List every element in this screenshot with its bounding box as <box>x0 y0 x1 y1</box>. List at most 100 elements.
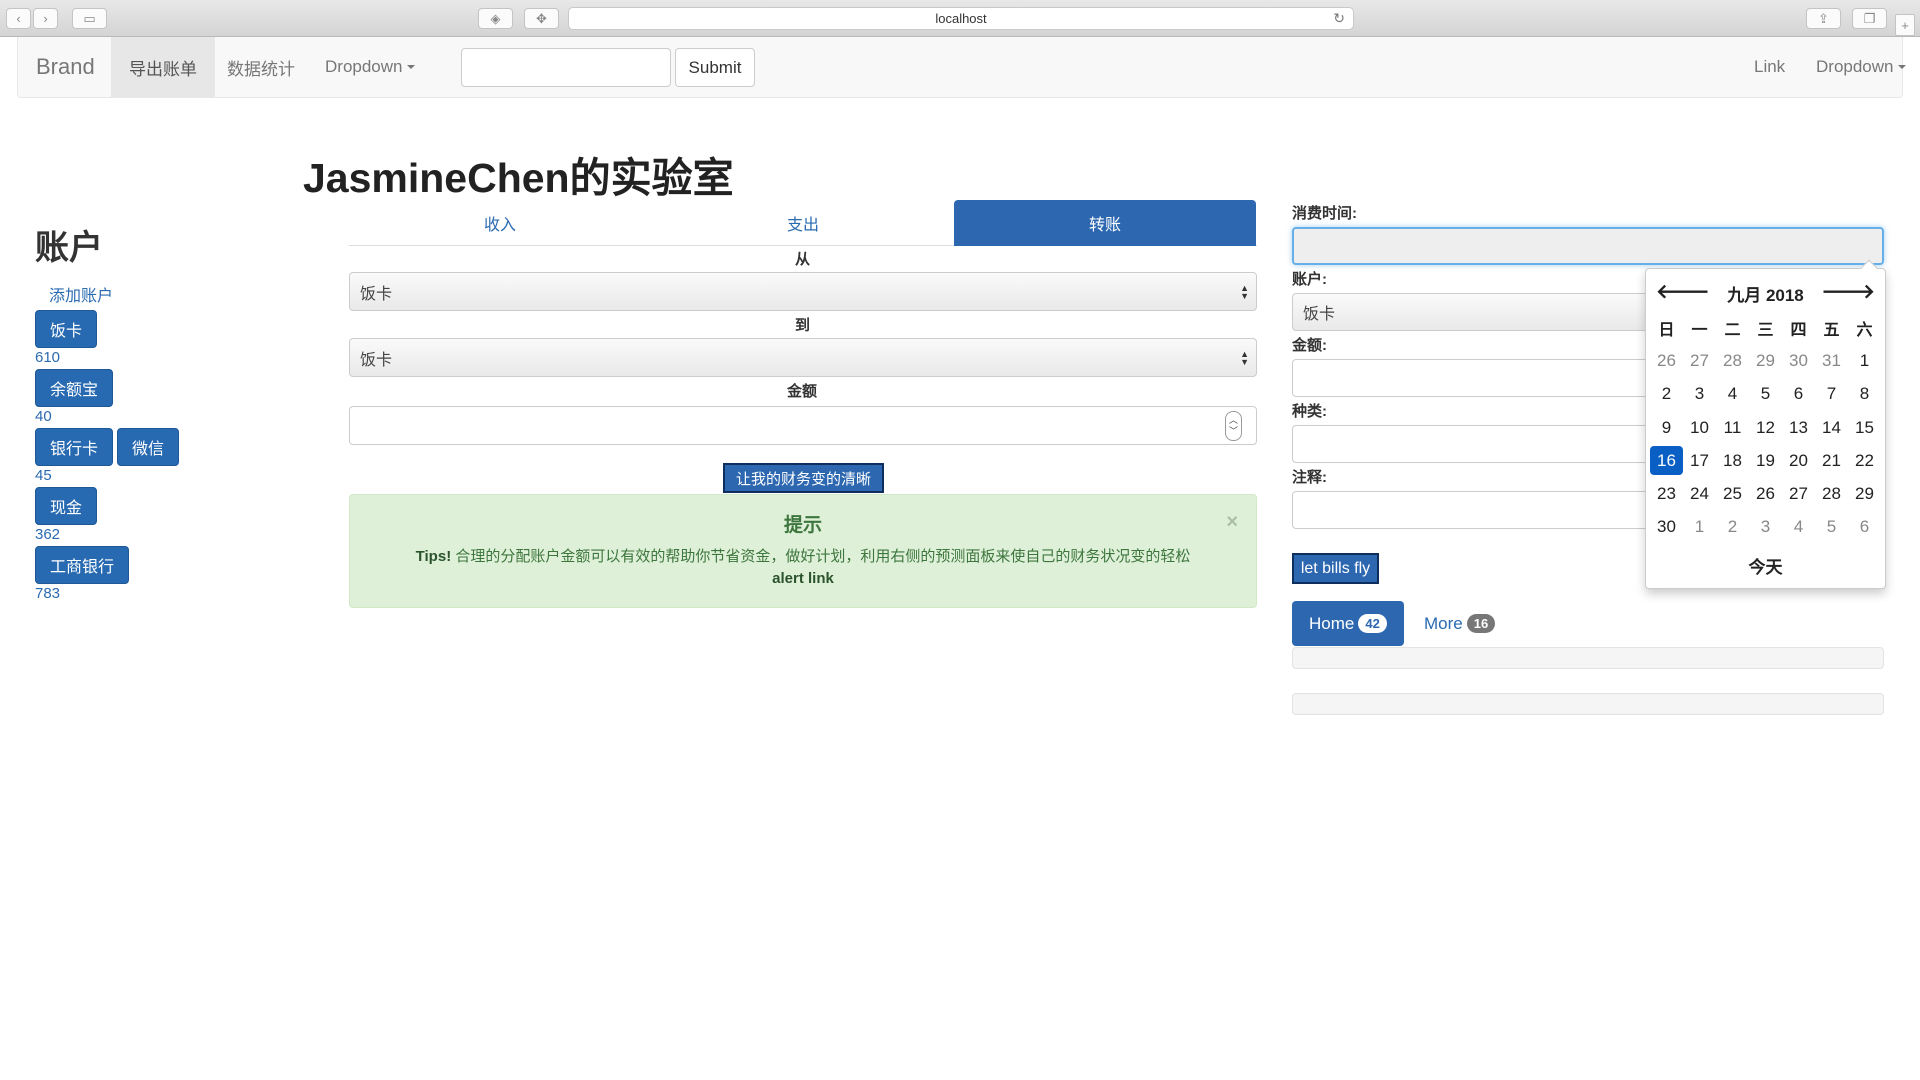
datepicker-day[interactable]: 28 <box>1815 477 1848 510</box>
datepicker-day[interactable]: 1 <box>1848 344 1881 377</box>
chevron-up-icon[interactable]: ︿ <box>1229 415 1238 426</box>
datepicker-day[interactable]: 10 <box>1683 411 1716 444</box>
shield-icon[interactable]: ◈ <box>478 8 513 29</box>
datepicker-day[interactable]: 15 <box>1848 411 1881 444</box>
badge: 16 <box>1466 614 1496 633</box>
datepicker-day[interactable]: 30 <box>1782 344 1815 377</box>
datepicker-week-row: 2345678 <box>1650 378 1881 411</box>
datepicker-day[interactable]: 31 <box>1815 344 1848 377</box>
datepicker-day[interactable]: 3 <box>1683 378 1716 411</box>
alert-link[interactable]: alert link <box>772 570 834 587</box>
number-spinner[interactable]: ︿ ﹀ <box>1225 411 1242 441</box>
tabs-icon[interactable]: ❐ <box>1852 8 1887 29</box>
datepicker-day[interactable]: 5 <box>1815 511 1848 544</box>
navbar-submit-button[interactable]: Submit <box>675 48 755 87</box>
nav-export-bills[interactable]: 导出账单 <box>111 37 215 97</box>
datepicker-grid: 日一二三四五六 26 27 28 29 30 31 1 2 3 4 5 6 7 8 9 10 11 12 13 14 15… <box>1650 311 1881 544</box>
close-icon[interactable]: × <box>1226 511 1238 534</box>
share-icon[interactable]: ⇪ <box>1806 8 1841 29</box>
badge: 42 <box>1358 614 1387 633</box>
navbar-brand[interactable]: Brand <box>18 37 113 97</box>
datepicker-day[interactable]: 28 <box>1716 344 1749 377</box>
datepicker-day[interactable]: 11 <box>1716 411 1749 444</box>
let-bills-fly-button[interactable]: let bills fly <box>1292 553 1379 584</box>
to-account-select[interactable]: 饭卡 ▲ ▼ <box>349 338 1257 377</box>
caret-down-icon <box>406 65 415 69</box>
tab-income[interactable]: 收入 <box>349 200 651 246</box>
chevron-down-icon[interactable]: ﹀ <box>1229 426 1238 437</box>
datepicker-day[interactable]: 19 <box>1749 444 1782 477</box>
pill-home[interactable]: Home 42 <box>1292 601 1404 646</box>
clarify-finance-button[interactable]: 让我的财务变的清晰 <box>723 463 884 493</box>
datepicker-day[interactable]: 21 <box>1815 444 1848 477</box>
datepicker-day[interactable]: 16 <box>1650 446 1683 476</box>
datepicker-day[interactable]: 25 <box>1716 477 1749 510</box>
datepicker-day[interactable]: 29 <box>1749 344 1782 377</box>
navbar: Brand 导出账单 数据统计 Dropdown Submit Link Dro… <box>17 37 1906 98</box>
account-button-wechat[interactable]: 微信 <box>117 428 180 466</box>
time-label: 消费时间: <box>1292 205 1357 222</box>
nav-link[interactable]: Link <box>1736 37 1803 97</box>
datepicker-day[interactable]: 2 <box>1716 511 1749 544</box>
datepicker-day[interactable]: 4 <box>1716 378 1749 411</box>
datepicker-day[interactable]: 26 <box>1650 344 1683 377</box>
tab-transfer[interactable]: 转账 <box>954 200 1256 246</box>
next-month-arrow-icon[interactable]: 🡒 <box>1821 279 1875 304</box>
datepicker-week-row: 30 1 2 3 4 5 6 <box>1650 511 1881 544</box>
from-account-value: 饭卡 <box>360 285 393 303</box>
datepicker-day[interactable]: 18 <box>1716 444 1749 477</box>
datepicker-day[interactable]: 20 <box>1782 444 1815 477</box>
datepicker-day[interactable]: 27 <box>1683 344 1716 377</box>
datepicker-day[interactable]: 24 <box>1683 477 1716 510</box>
time-input[interactable] <box>1292 227 1884 265</box>
forward-icon[interactable]: › <box>33 8 58 29</box>
datepicker-day[interactable]: 29 <box>1848 477 1881 510</box>
datepicker-day[interactable]: 7 <box>1815 378 1848 411</box>
datepicker-day[interactable]: 17 <box>1683 444 1716 477</box>
datepicker-day[interactable]: 23 <box>1650 477 1683 510</box>
datepicker-day[interactable]: 14 <box>1815 411 1848 444</box>
datepicker-day[interactable]: 6 <box>1782 378 1815 411</box>
account-button-bankcard[interactable]: 银行卡 <box>35 428 114 466</box>
datepicker-day[interactable]: 9 <box>1650 411 1683 444</box>
nav-dropdown[interactable]: Dropdown <box>307 37 433 97</box>
datepicker-day[interactable]: 12 <box>1749 411 1782 444</box>
account-button-cash[interactable]: 现金 <box>35 487 98 525</box>
amount-input[interactable]: ︿ ﹀ <box>349 406 1257 445</box>
nav-right-dropdown[interactable]: Dropdown <box>1798 37 1920 97</box>
alert-body: Tips! 合理的分配账户金额可以有效的帮助你节省资金，做好计划，利用右侧的预测… <box>350 546 1256 590</box>
datepicker-week-row: 16 17 18 19 20 21 22 <box>1650 444 1881 477</box>
sidebar-icon[interactable]: ▭ <box>72 8 107 29</box>
nav-statistics[interactable]: 数据统计 <box>209 37 313 97</box>
weekday-label: 五 <box>1823 321 1840 339</box>
datepicker-day[interactable]: 27 <box>1782 477 1815 510</box>
alert-text: 合理的分配账户金额可以有效的帮助你节省资金，做好计划，利用右侧的预测面板来使自己… <box>455 548 1191 565</box>
datepicker-day[interactable]: 13 <box>1782 411 1815 444</box>
datepicker-today-button[interactable]: 今天 <box>1646 553 1885 578</box>
account-button-fanka[interactable]: 饭卡 <box>35 310 98 348</box>
new-tab-icon[interactable]: + <box>1895 14 1915 36</box>
datepicker-day[interactable]: 1 <box>1683 511 1716 544</box>
add-account-link[interactable]: 添加账户 <box>49 282 113 306</box>
datepicker-day[interactable]: 3 <box>1749 511 1782 544</box>
address-bar[interactable]: localhost ↻ <box>568 7 1354 30</box>
datepicker-day[interactable]: 30 <box>1650 511 1683 544</box>
pill-more[interactable]: More 16 <box>1407 601 1512 646</box>
account-button-yuebao[interactable]: 余额宝 <box>35 369 114 407</box>
account-button-icbc[interactable]: 工商银行 <box>35 546 130 584</box>
datepicker-day[interactable]: 4 <box>1782 511 1815 544</box>
extension-icon[interactable]: ✥ <box>524 8 559 29</box>
back-icon[interactable]: ‹ <box>6 8 31 29</box>
datepicker-day[interactable]: 22 <box>1848 444 1881 477</box>
datepicker-day[interactable]: 2 <box>1650 378 1683 411</box>
tab-expense[interactable]: 支出 <box>652 200 954 246</box>
reload-icon[interactable]: ↻ <box>1333 10 1345 27</box>
datepicker-day[interactable]: 6 <box>1848 511 1881 544</box>
navbar-search-input[interactable] <box>461 48 671 87</box>
datepicker-day[interactable]: 5 <box>1749 378 1782 411</box>
datepicker-day[interactable]: 26 <box>1749 477 1782 510</box>
from-account-select[interactable]: 饭卡 ▲ ▼ <box>349 272 1257 311</box>
datepicker-day[interactable]: 8 <box>1848 378 1881 411</box>
account-balance: 40 <box>35 408 52 425</box>
nav-dropdown-label: Dropdown <box>325 57 403 76</box>
